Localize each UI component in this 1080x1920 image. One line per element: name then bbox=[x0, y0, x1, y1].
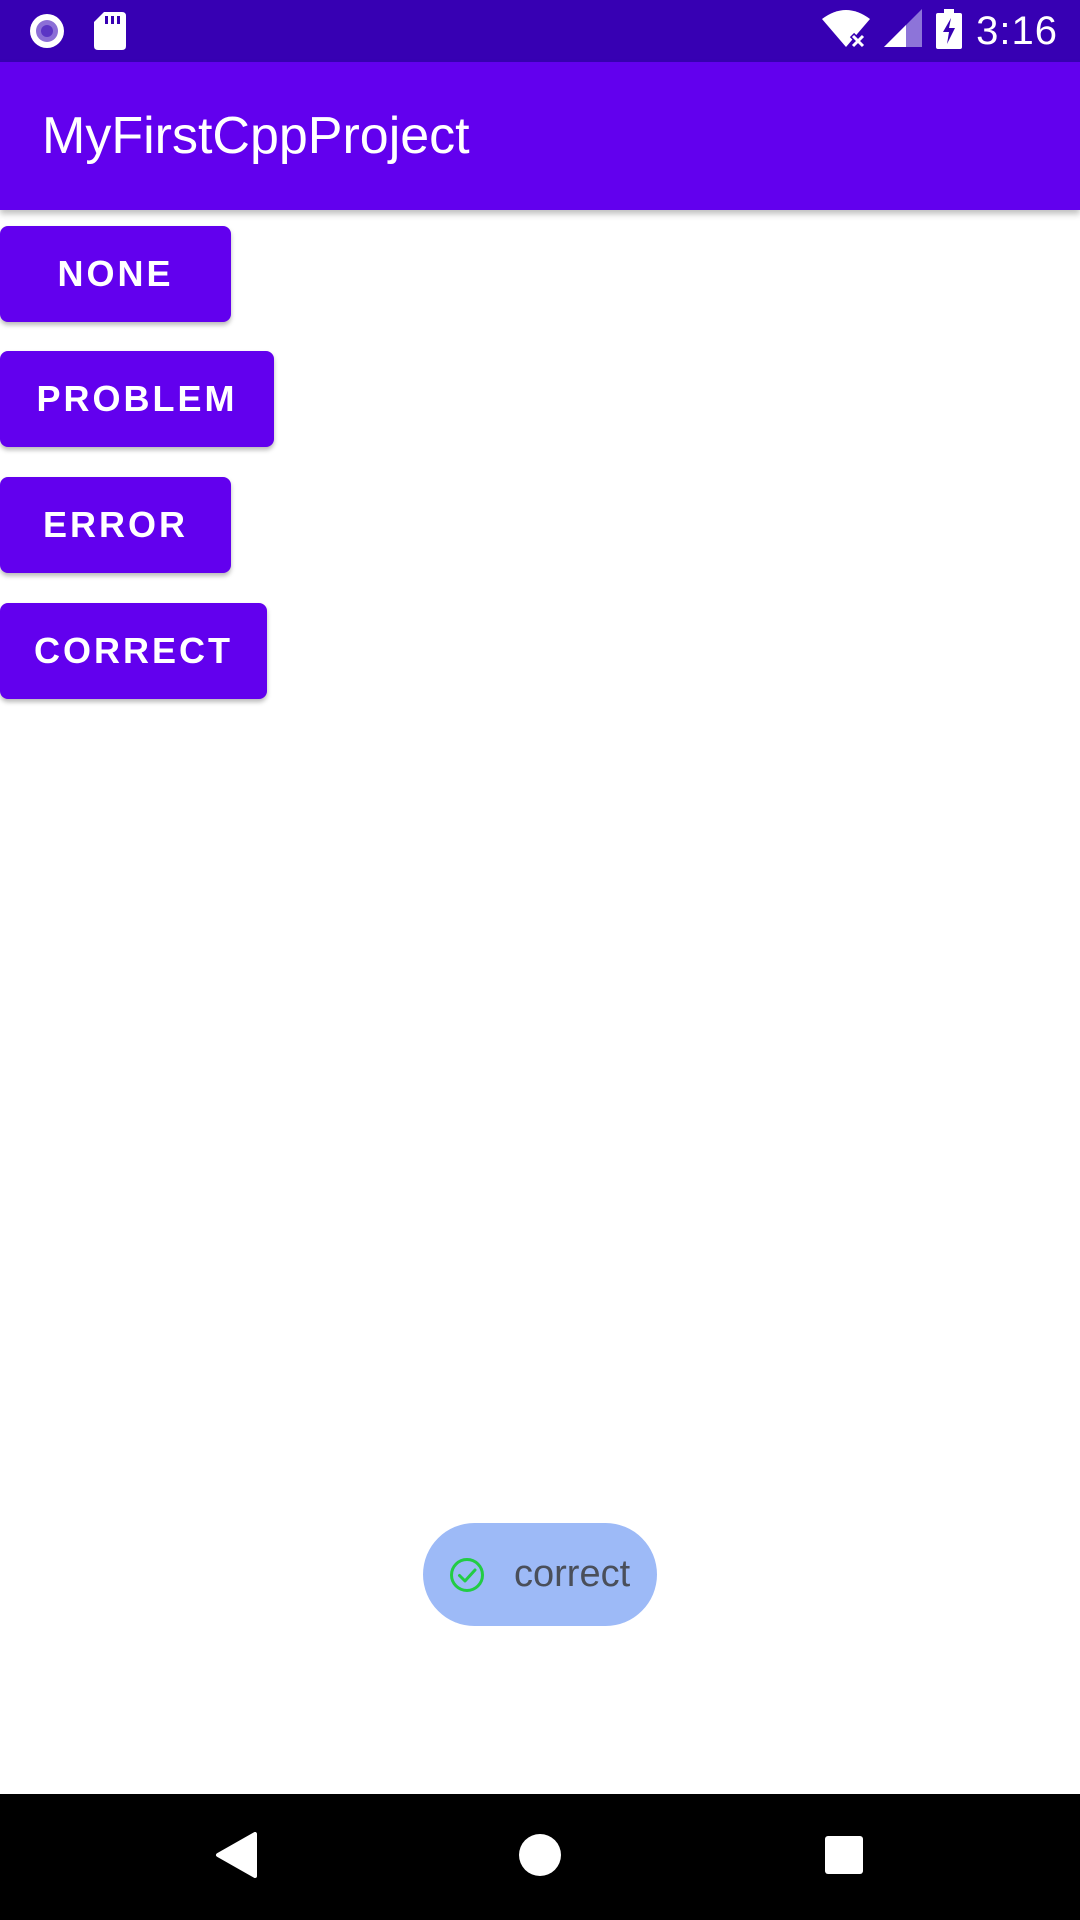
error-button[interactable]: ERROR bbox=[0, 477, 231, 573]
app-title: MyFirstCppProject bbox=[42, 107, 470, 165]
correct-button[interactable]: CORRECT bbox=[0, 603, 267, 699]
home-button[interactable] bbox=[480, 1794, 600, 1920]
back-button[interactable] bbox=[176, 1794, 296, 1920]
recents-button[interactable] bbox=[784, 1794, 904, 1920]
status-icons: 3:16 bbox=[822, 0, 1058, 62]
app-bar: MyFirstCppProject bbox=[0, 62, 1080, 210]
navigation-bar bbox=[0, 1794, 1080, 1920]
problem-button[interactable]: PROBLEM bbox=[0, 351, 274, 447]
battery-charging-icon bbox=[936, 8, 963, 54]
record-icon bbox=[28, 12, 66, 55]
home-icon bbox=[518, 1833, 562, 1882]
status-time: 3:16 bbox=[976, 9, 1058, 53]
toast-message: correct bbox=[514, 1553, 631, 1595]
signal-icon bbox=[884, 8, 923, 54]
status-bar: 3:16 bbox=[0, 0, 1080, 62]
screen: 3:16 MyFirstCppProject NONE PROBLEM ERRO… bbox=[0, 0, 1080, 1920]
wifi-off-icon bbox=[822, 9, 871, 54]
back-icon bbox=[215, 1831, 257, 1883]
check-circle-icon bbox=[449, 1557, 485, 1593]
none-button[interactable]: NONE bbox=[0, 226, 231, 322]
sd-card-icon bbox=[94, 12, 126, 55]
recents-icon bbox=[824, 1835, 864, 1880]
toast: correct bbox=[423, 1523, 657, 1626]
